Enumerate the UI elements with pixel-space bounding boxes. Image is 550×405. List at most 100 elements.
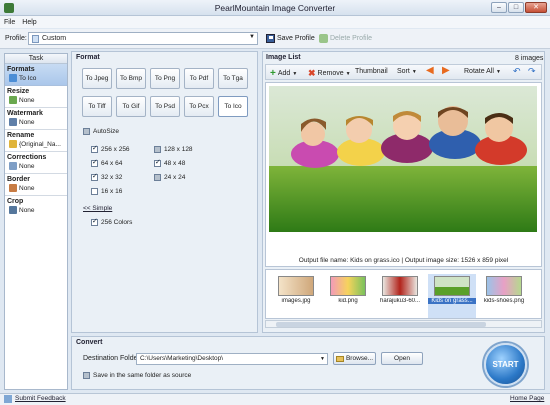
chevron-down-icon: ▼ bbox=[411, 68, 417, 75]
window-title: PearlMountain Image Converter bbox=[214, 3, 336, 13]
task-value: To Ico bbox=[19, 74, 37, 82]
checkbox-box bbox=[91, 172, 98, 181]
save-profile-label: Save Profile bbox=[277, 35, 315, 42]
task-item-corrections[interactable]: Corrections None bbox=[5, 152, 67, 174]
format-title: Format bbox=[76, 54, 100, 61]
to-tiff-button[interactable]: To Tiff bbox=[82, 96, 112, 117]
menu-help[interactable]: Help bbox=[22, 19, 36, 26]
pencil-icon bbox=[9, 140, 17, 148]
thumbnail-item[interactable]: kids-shoes.png bbox=[480, 274, 528, 318]
size-24-checkbox[interactable]: 24 x 24 bbox=[154, 174, 185, 181]
task-value: None bbox=[19, 206, 35, 214]
to-tga-button[interactable]: To Tga bbox=[218, 68, 248, 89]
task-item-watermark[interactable]: Watermark None bbox=[5, 108, 67, 130]
size-32-checkbox[interactable]: 32 x 32 bbox=[91, 172, 122, 181]
rotate-all-button[interactable]: Rotate All ▼ bbox=[464, 68, 501, 75]
thumbnail-button[interactable]: Thumbnail bbox=[355, 68, 388, 75]
submit-feedback-link[interactable]: Submit Feedback bbox=[15, 395, 66, 402]
size-label: 48 x 48 bbox=[164, 160, 186, 167]
size-128-checkbox[interactable]: 128 x 128 bbox=[154, 146, 193, 153]
to-pdf-button[interactable]: To Pdf bbox=[184, 68, 214, 89]
thumbnail-item[interactable]: harajuku3-60... bbox=[376, 274, 424, 318]
task-item-resize[interactable]: Resize None bbox=[5, 86, 67, 108]
browse-button[interactable]: Browse... bbox=[333, 352, 376, 365]
menu-bar: File Help bbox=[0, 16, 550, 28]
remove-button[interactable]: ✖ Remove ▼ bbox=[308, 68, 351, 79]
move-right-button[interactable]: ▶ bbox=[442, 65, 450, 76]
destination-folder-input[interactable]: C:\Users\Marketing\Desktop\ ▼ bbox=[136, 353, 328, 365]
image-list-title: Image List bbox=[266, 54, 301, 61]
to-pcx-button[interactable]: To Pcx bbox=[184, 96, 214, 117]
thumbnail-image bbox=[278, 276, 314, 296]
folder-icon bbox=[335, 355, 344, 362]
image-preview: Output file name: Kids on grass.ico | Ou… bbox=[265, 82, 542, 267]
task-label: Resize bbox=[7, 88, 30, 95]
delete-profile-label: Delete Profile bbox=[330, 35, 373, 42]
chevron-down-icon: ▼ bbox=[320, 356, 325, 362]
thumbnail-item[interactable]: kid.png bbox=[324, 274, 372, 318]
autosize-label: AutoSize bbox=[93, 128, 120, 135]
checkbox-box bbox=[154, 146, 161, 153]
size-48-checkbox[interactable]: 48 x 48 bbox=[154, 158, 186, 167]
task-value: None bbox=[19, 184, 35, 192]
save-profile-button[interactable]: Save Profile bbox=[266, 34, 315, 43]
chevron-down-icon: ▼ bbox=[292, 70, 298, 77]
maximize-button[interactable]: □ bbox=[508, 2, 524, 13]
task-label: Corrections bbox=[7, 154, 47, 161]
thumbnail-item-selected[interactable]: Kids on grass... bbox=[428, 274, 476, 318]
task-item-crop[interactable]: Crop None bbox=[5, 196, 67, 217]
checkbox-box bbox=[154, 158, 161, 167]
task-item-formats[interactable]: Formats To Ico bbox=[5, 64, 67, 86]
task-label: Watermark bbox=[7, 110, 43, 117]
to-jpeg-button[interactable]: To Jpeg bbox=[82, 68, 112, 89]
to-gif-button[interactable]: To Gif bbox=[116, 96, 146, 117]
home-page-link[interactable]: Home Page bbox=[510, 395, 544, 402]
delete-profile-button[interactable]: Delete Profile bbox=[319, 34, 372, 43]
thumbnail-image bbox=[330, 276, 366, 296]
size-label: 64 x 64 bbox=[101, 160, 123, 167]
autosize-checkbox[interactable]: AutoSize bbox=[83, 128, 119, 135]
scrollbar-thumb[interactable] bbox=[276, 322, 486, 327]
size-16-checkbox[interactable]: 16 x 16 bbox=[91, 188, 122, 195]
size-64-checkbox[interactable]: 64 x 64 bbox=[91, 158, 123, 167]
size-label: 256 x 256 bbox=[101, 146, 130, 153]
move-left-button[interactable]: ◀ bbox=[426, 65, 434, 76]
same-folder-checkbox[interactable]: Save in the same folder as source bbox=[83, 372, 191, 379]
arrow-left-icon: ◀ bbox=[426, 65, 434, 76]
profile-label: Profile: bbox=[5, 35, 27, 42]
add-button[interactable]: + Add ▼ bbox=[270, 68, 297, 79]
close-button[interactable]: ✕ bbox=[525, 2, 547, 13]
sort-label: Sort bbox=[397, 68, 410, 75]
thumbnail-label: harajuku3-60... bbox=[379, 298, 421, 304]
open-button[interactable]: Open bbox=[381, 352, 423, 365]
simple-link[interactable]: << Simple bbox=[83, 205, 112, 212]
task-value: None bbox=[19, 96, 35, 104]
thumbnail-scrollbar[interactable] bbox=[265, 320, 542, 328]
corrections-icon bbox=[9, 162, 17, 170]
rotate-right-button[interactable]: ↷ bbox=[528, 66, 536, 77]
thumbnail-label: Kids on grass... bbox=[428, 298, 476, 304]
colors-label: 256 Colors bbox=[101, 219, 133, 226]
rotate-left-button[interactable]: ↶ bbox=[513, 66, 521, 77]
to-ico-button[interactable]: To Ico bbox=[218, 96, 248, 117]
thumbnail-item[interactable]: images.jpg bbox=[272, 274, 320, 318]
thumbnail-image bbox=[486, 276, 522, 296]
minimize-button[interactable]: – bbox=[491, 2, 507, 13]
profile-select[interactable]: Custom ▼ bbox=[28, 32, 258, 45]
task-item-border[interactable]: Border None bbox=[5, 174, 67, 196]
size-256-checkbox[interactable]: 256 x 256 bbox=[91, 144, 130, 153]
crop-icon bbox=[9, 206, 17, 214]
menu-file[interactable]: File bbox=[4, 19, 15, 26]
size-label: 128 x 128 bbox=[164, 146, 193, 153]
to-psd-button[interactable]: To Psd bbox=[150, 96, 180, 117]
256-colors-checkbox[interactable]: 256 Colors bbox=[91, 217, 133, 226]
to-bmp-button[interactable]: To Bmp bbox=[116, 68, 146, 89]
sort-button[interactable]: Sort ▼ bbox=[397, 68, 417, 75]
start-button[interactable]: START bbox=[484, 343, 527, 386]
to-png-button[interactable]: To Png bbox=[150, 68, 180, 89]
checkbox-box bbox=[154, 174, 161, 181]
chevron-down-icon: ▼ bbox=[345, 70, 351, 77]
task-item-rename[interactable]: Rename {Original_Na... bbox=[5, 130, 67, 152]
border-icon bbox=[9, 184, 17, 192]
thumbnail-label: Thumbnail bbox=[355, 68, 388, 75]
